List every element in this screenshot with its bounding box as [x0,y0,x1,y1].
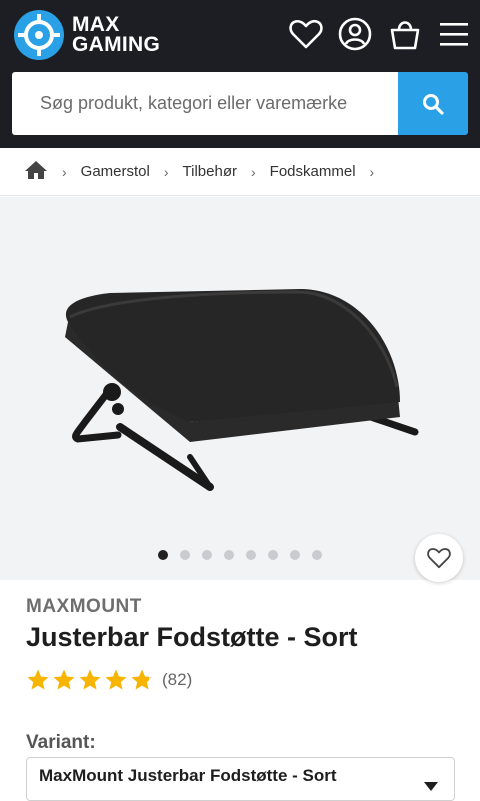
add-to-wishlist-button[interactable] [415,534,463,582]
chevron-right-icon: › [62,163,67,180]
chevron-right-icon: › [251,163,256,180]
chevron-right-icon: › [369,163,375,180]
image-pagination-dots [0,550,480,560]
star-icon [53,669,75,690]
product-brand[interactable]: MAXMOUNT [26,596,142,618]
variant-label: Variant: [26,732,96,753]
breadcrumb: › Gamerstol › Tilbehør › Fodskammel › [0,148,480,196]
product-image-footrest [65,289,419,491]
product-title: Justerbar Fodstøtte - Sort [26,622,358,652]
star-partial-icon [131,669,153,690]
pagination-dot[interactable] [268,550,278,560]
variant-selected-value: MaxMount Justerbar Fodstøtte - Sort [39,766,337,785]
search-field-container [12,72,398,135]
rating-count: (82) [162,670,193,689]
breadcrumb-item-gamerstol[interactable]: Gamerstol [81,163,150,180]
shopping-bag-icon[interactable] [387,16,423,52]
rating-stars [26,668,154,692]
menu-icon[interactable] [436,16,472,52]
heart-icon [427,548,451,569]
pagination-dot[interactable] [312,550,322,560]
chevron-right-icon: › [163,163,169,180]
product-image-gallery[interactable] [0,197,480,580]
logo-text: MAX GAMING [72,13,161,56]
pagination-dot[interactable] [246,550,256,560]
product-rating[interactable]: (82) [26,668,192,692]
star-icon [27,669,49,690]
home-icon[interactable] [24,160,48,184]
search-input[interactable] [38,92,398,115]
wishlist-heart-icon[interactable] [288,16,324,52]
pagination-dot[interactable] [180,550,190,560]
star-icon [79,669,101,690]
caret-down-icon [424,782,438,791]
site-header: MAX GAMING [0,0,480,148]
logo-line-2: GAMING [72,33,161,56]
user-icon[interactable] [337,16,373,52]
pagination-dot[interactable] [202,550,212,560]
crosshair-logo-icon [14,10,64,60]
pagination-dot[interactable] [224,550,234,560]
logo-line-1: MAX [72,13,120,36]
search-icon [423,93,444,115]
pagination-dot[interactable] [158,550,168,560]
breadcrumb-item-tilbehor[interactable]: Tilbehør [183,163,237,180]
logo[interactable]: MAX GAMING [14,10,160,60]
pagination-dot[interactable] [290,550,300,560]
breadcrumb-item-fodskammel[interactable]: Fodskammel [270,163,356,180]
variant-select[interactable]: MaxMount Justerbar Fodstøtte - Sort [26,757,455,801]
search-bar [12,72,468,135]
star-icon [105,669,127,690]
search-button[interactable] [398,72,468,135]
